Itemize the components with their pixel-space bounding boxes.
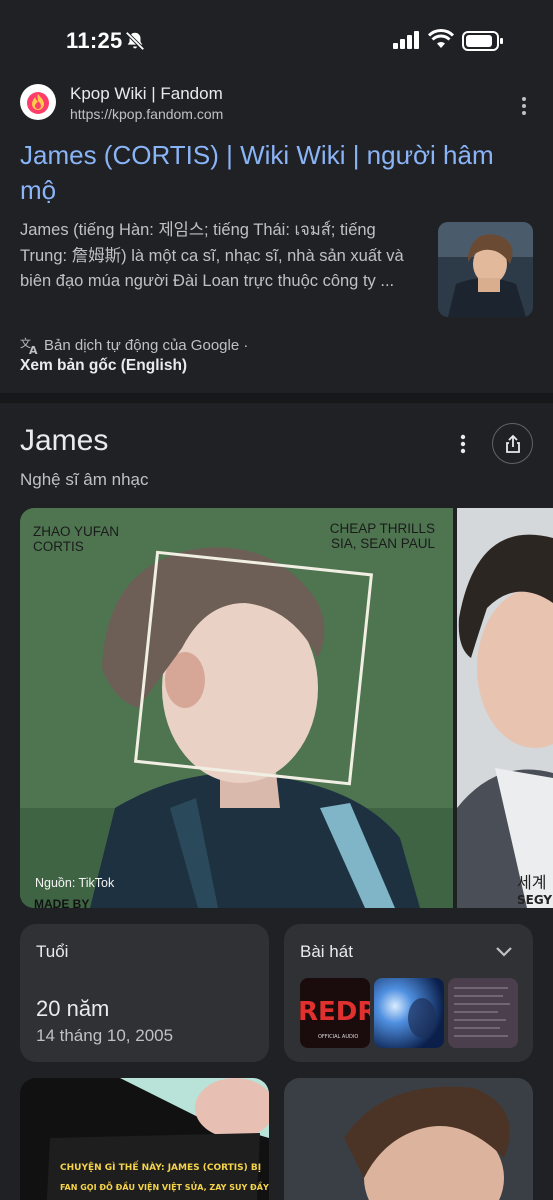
song-thumbnail[interactable] [374,978,444,1048]
image-madeby-text: MADE BY [34,897,90,908]
result-thumbnail[interactable] [438,222,533,317]
artist-photo-2: 세계 SEGY [457,508,553,908]
main-artist-image[interactable]: ZHAO YUFAN CORTIS CHEAP THRILLS SIA, SEA… [20,508,453,908]
song-thumbnail[interactable] [448,978,518,1048]
status-time: 11:25 [66,28,123,53]
image-source: Nguồn: TikTok [35,876,115,890]
battery-icon [462,31,503,51]
song-cover-1-title: REDRE [300,997,370,1027]
song-cover-2 [374,978,444,1048]
section-divider [0,393,553,403]
side-caption-line1: 세계 [517,873,546,892]
birth-date: 14 tháng 10, 2005 [36,1026,174,1045]
translate-icon: 文 A [20,336,38,355]
result-snippet: James (tiếng Hàn: 제임스; tiếng Thái: เจมส์… [20,221,404,290]
image-caption-left: ZHAO YUFAN CORTIS [33,524,119,554]
status-bar: 11:25 [0,0,553,80]
caption-group-name: CORTIS [33,539,84,554]
result-title-link[interactable]: James (CORTIS) | Wiki Wiki | người hâm m… [20,138,520,208]
svg-text:A: A [29,344,38,355]
share-icon [505,434,520,453]
artist-photo [20,508,453,908]
secondary-artist-image[interactable]: 세계 SEGY [457,508,553,908]
wifi-icon [428,29,454,48]
share-button[interactable] [492,423,533,464]
songs-label: Bài hát [300,942,353,961]
related-photo-1: CHUYỆN GÌ THẾ NÀY: JAMES (CORTIS) BỊ FAN… [20,1078,269,1200]
translation-note-text: Bản dịch tự động của Google · [44,336,249,354]
age-label: Tuổi [36,942,69,961]
age-value: 20 năm [36,996,110,1021]
knowledge-panel-subtitle: Nghệ sĩ âm nhạc [20,470,149,489]
bell-off-icon [125,31,145,51]
song-cover-1: REDRE OFFICIAL AUDIO [300,978,370,1048]
site-name[interactable]: Kpop Wiki | Fandom [70,84,223,104]
related-image-1[interactable]: CHUYỆN GÌ THẾ NÀY: JAMES (CORTIS) BỊ FAN… [20,1078,269,1200]
fandom-flame-icon [27,92,49,114]
more-vert-icon[interactable] [516,96,532,116]
site-url[interactable]: https://kpop.fandom.com [70,106,223,122]
related-image-2[interactable] [284,1078,533,1200]
song-cover-1-subtitle: OFFICIAL AUDIO [318,1034,358,1040]
chevron-down-icon[interactable] [495,946,513,958]
signal-icon [393,31,419,49]
songs-card[interactable]: Bài hát REDRE OFFICIAL AUDIO [284,924,533,1062]
knowledge-panel-title: James [20,424,109,457]
side-caption-line2: SEGY [517,893,552,907]
related-photo-2 [284,1078,533,1200]
caption-song-artists: SIA, SEAN PAUL [330,536,435,551]
translation-note: 文 A Bản dịch tự động của Google · [20,334,248,356]
age-card[interactable]: Tuổi 20 năm 14 tháng 10, 2005 [20,924,269,1062]
view-original-link[interactable]: Xem bản gốc (English) [20,357,187,375]
caption-artist-name: ZHAO YUFAN [33,524,120,539]
site-favicon[interactable] [20,84,56,120]
caption-song-title: CHEAP THRILLS [329,521,435,536]
image-caption-right: CHEAP THRILLS SIA, SEAN PAUL [330,521,435,551]
portrait-thumbnail-image [438,222,533,317]
more-vert-icon[interactable] [455,432,471,456]
song-cover-3 [448,978,518,1048]
song-thumbnail[interactable]: REDRE OFFICIAL AUDIO [300,978,370,1048]
